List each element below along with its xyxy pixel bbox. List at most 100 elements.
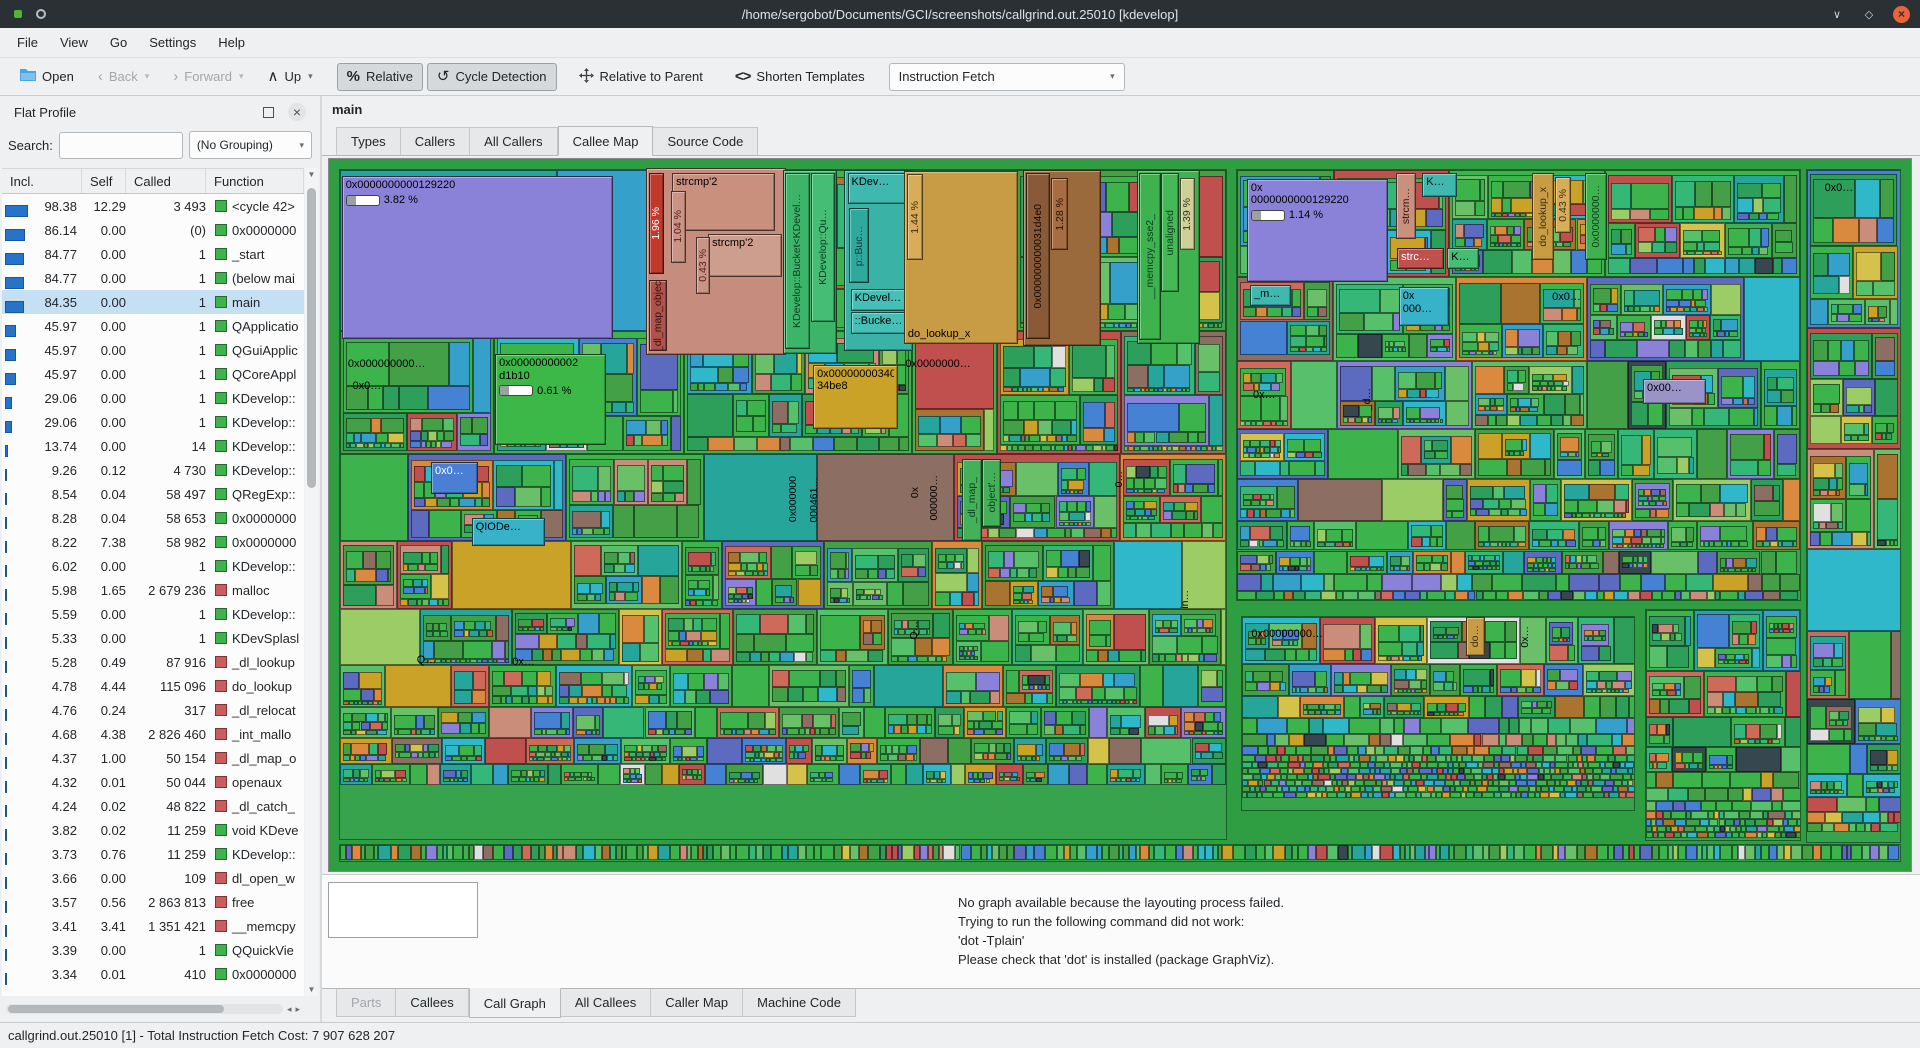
treemap-cell[interactable] xyxy=(827,582,853,606)
treemap-cell[interactable] xyxy=(1543,324,1584,358)
treemap-cell[interactable] xyxy=(917,656,928,663)
treemap-cell[interactable] xyxy=(1865,299,1889,325)
treemap-cell[interactable] xyxy=(1409,680,1421,689)
treemap-cell[interactable] xyxy=(1240,555,1257,564)
treemap-cell[interactable] xyxy=(1068,567,1075,578)
treemap-cell[interactable] xyxy=(1032,513,1042,522)
treemap-cell[interactable] xyxy=(1717,331,1725,337)
treemap-cell[interactable] xyxy=(649,683,657,689)
treemap-cell[interactable] xyxy=(1597,845,1607,860)
treemap-cell[interactable] xyxy=(1846,456,1871,499)
treemap-cell[interactable] xyxy=(1006,707,1042,739)
treemap-cell[interactable] xyxy=(614,459,648,505)
treemap-cell[interactable] xyxy=(1565,792,1576,798)
treemap-cell[interactable] xyxy=(853,582,887,606)
treemap-cell[interactable] xyxy=(1739,541,1749,547)
treemap-cell[interactable] xyxy=(532,619,544,627)
table-row[interactable]: 3.820.0211 259void KDeve xyxy=(2,818,304,842)
treemap-cell[interactable] xyxy=(564,745,571,752)
treemap-cell[interactable] xyxy=(1052,346,1067,368)
treemap-cell[interactable] xyxy=(1844,729,1851,741)
treemap-cell[interactable] xyxy=(938,554,946,563)
treemap-cell[interactable] xyxy=(426,623,433,631)
treemap-cell[interactable] xyxy=(1078,490,1083,494)
treemap-block[interactable]: 0.43 % xyxy=(1555,177,1571,233)
treemap-cell[interactable] xyxy=(537,686,544,697)
treemap-cell[interactable] xyxy=(343,722,352,729)
treemap-cell[interactable] xyxy=(1763,610,1799,671)
treemap-cell[interactable] xyxy=(1240,486,1277,509)
treemap-cell[interactable] xyxy=(1490,542,1498,548)
treemap-cell[interactable] xyxy=(1715,648,1752,669)
treemap-cell[interactable] xyxy=(1003,368,1020,387)
treemap-cell[interactable] xyxy=(1452,511,1464,518)
treemap-cell[interactable] xyxy=(965,764,996,785)
treemap-cell[interactable] xyxy=(655,676,664,683)
treemap-cell[interactable] xyxy=(400,545,441,574)
treemap-cell[interactable] xyxy=(1197,628,1206,633)
treemap-cell[interactable] xyxy=(1437,347,1447,353)
treemap-cell[interactable] xyxy=(1069,339,1118,395)
treemap-cell[interactable] xyxy=(1562,551,1604,574)
treemap-cell[interactable] xyxy=(1393,591,1405,600)
treemap-cell[interactable] xyxy=(1819,522,1826,529)
treemap-cell[interactable] xyxy=(1666,724,1671,735)
treemap-cell[interactable] xyxy=(1748,398,1755,405)
treemap-cell[interactable] xyxy=(1813,340,1828,361)
treemap-cell[interactable] xyxy=(575,777,582,781)
treemap-cell[interactable] xyxy=(1701,484,1720,503)
treemap-cell[interactable] xyxy=(625,491,635,502)
treemap-cell[interactable] xyxy=(1237,521,1287,550)
treemap-cell[interactable] xyxy=(763,845,771,860)
treemap-cell[interactable] xyxy=(1086,614,1114,649)
treemap-cell[interactable] xyxy=(1532,540,1539,548)
treemap-cell[interactable] xyxy=(1669,699,1689,714)
treemap-cell[interactable] xyxy=(1213,752,1223,759)
treemap-cell[interactable] xyxy=(668,631,680,641)
treemap-cell[interactable] xyxy=(376,569,387,582)
treemap-cell[interactable] xyxy=(407,413,457,451)
treemap-cell[interactable] xyxy=(860,595,867,600)
treemap-cell[interactable] xyxy=(1849,823,1856,832)
treemap-cell[interactable] xyxy=(940,771,946,779)
treemap-cell[interactable] xyxy=(786,634,813,652)
treemap-cell[interactable] xyxy=(1597,591,1604,600)
treemap-cell[interactable] xyxy=(1350,672,1371,685)
treemap-cell[interactable] xyxy=(1400,566,1407,571)
treemap-cell[interactable] xyxy=(1399,625,1420,642)
treemap-cell[interactable] xyxy=(1721,376,1743,398)
treemap-cell[interactable] xyxy=(1134,388,1141,392)
treemap-cell[interactable] xyxy=(421,729,430,736)
treemap-cell[interactable] xyxy=(1489,746,1502,755)
treemap-cell[interactable] xyxy=(1807,549,1901,631)
treemap-cell[interactable] xyxy=(1646,671,1705,716)
treemap-cell[interactable] xyxy=(1380,718,1393,734)
treemap-cell[interactable] xyxy=(725,579,757,605)
treemap-cell[interactable] xyxy=(818,687,836,702)
treemap-cell[interactable] xyxy=(1792,406,1797,426)
treemap-cell[interactable] xyxy=(529,745,538,752)
treemap-cell[interactable] xyxy=(701,631,716,641)
treemap-cell[interactable] xyxy=(1006,670,1020,692)
treemap-cell[interactable] xyxy=(1683,258,1694,274)
treemap-cell[interactable] xyxy=(1446,627,1459,635)
treemap-cell[interactable] xyxy=(1838,790,1843,794)
treemap-cell[interactable] xyxy=(1807,812,1825,823)
treemap-block[interactable]: 1.04 % xyxy=(671,191,687,263)
treemap-block[interactable]: 0x0… xyxy=(431,462,478,494)
treemap-cell[interactable] xyxy=(1393,407,1400,418)
treemap-cell[interactable] xyxy=(425,564,438,571)
treemap-cell[interactable] xyxy=(1720,484,1748,503)
treemap-cell[interactable] xyxy=(1828,299,1865,325)
treemap-cell[interactable] xyxy=(894,620,901,628)
treemap-cell[interactable] xyxy=(548,764,561,785)
treemap-cell[interactable] xyxy=(1251,564,1260,571)
treemap-cell[interactable] xyxy=(1431,746,1439,755)
treemap-cell[interactable] xyxy=(572,491,591,501)
treemap-cell[interactable] xyxy=(1454,635,1458,639)
treemap-cell[interactable] xyxy=(1810,670,1835,696)
scroll-right-icon[interactable]: ▸ xyxy=(295,1004,300,1015)
treemap-cell[interactable] xyxy=(1086,522,1091,526)
treemap-cell[interactable] xyxy=(1587,361,1628,429)
treemap-cell[interactable] xyxy=(1502,198,1511,213)
